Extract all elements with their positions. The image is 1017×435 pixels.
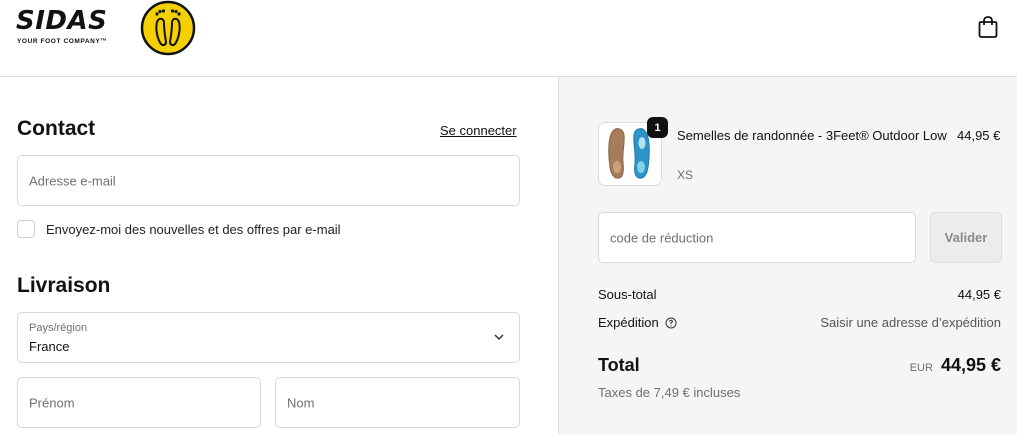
total-label: Total [598,355,640,375]
newsletter-checkbox[interactable] [17,220,35,238]
country-select[interactable]: Pays/région France [17,312,520,363]
delivery-title: Livraison [17,274,111,297]
product-variant: XS [677,168,694,182]
total-amount: EUR 44,95 € [910,355,1001,376]
order-summary: 1 Semelles de randonnée - 3Feet® Outdoor… [558,77,1017,435]
country-label: Pays/région [29,322,88,334]
last-name-field[interactable]: Nom [275,377,520,428]
apply-discount-button[interactable]: Valider [930,212,1002,263]
newsletter-option[interactable]: Envoyez-moi des nouvelles et des offres … [17,220,341,238]
logo-wordmark: SIDAS [16,6,108,36]
product-price: 44,95 € [957,128,1001,143]
shipping-value: Saisir une adresse d’expédition [820,315,1001,330]
discount-code-input[interactable]: code de réduction [598,212,916,263]
first-name-field[interactable]: Prénom [17,377,261,428]
quantity-badge: 1 [647,117,668,138]
shopping-bag-icon [978,16,998,38]
email-field[interactable]: Adresse e-mail [17,155,520,206]
total-value: 44,95 € [940,355,1001,375]
help-circle-icon[interactable] [665,317,677,329]
first-name-placeholder: Prénom [29,395,75,410]
discount-placeholder: code de réduction [610,230,714,245]
login-link[interactable]: Se connecter [440,123,517,138]
cart-button[interactable] [975,14,1001,40]
subtotal-value: 44,95 € [957,287,1001,302]
footprint-badge-icon [140,0,196,56]
product-title: Semelles de randonnée - 3Feet® Outdoor L… [677,128,947,143]
logo-tagline: YOUR FOOT COMPANY™ [17,38,108,45]
site-header: SIDAS YOUR FOOT COMPANY™ [0,0,1017,77]
tax-note: Taxes de 7,49 € incluses [598,385,741,400]
subtotal-label: Sous-total [598,287,657,302]
sidas-logo[interactable]: SIDAS YOUR FOOT COMPANY™ [16,0,206,60]
newsletter-label: Envoyez-moi des nouvelles et des offres … [46,221,341,237]
shipping-row: Expédition [598,315,677,330]
last-name-placeholder: Nom [287,395,315,410]
contact-title: Contact [17,117,96,140]
shipping-label: Expédition [598,315,659,330]
country-value: France [29,339,70,354]
email-placeholder: Adresse e-mail [29,173,116,188]
currency-code: EUR [909,362,933,374]
chevron-down-icon [494,334,504,341]
checkout-form: Contact Se connecter Adresse e-mail Envo… [0,77,558,435]
